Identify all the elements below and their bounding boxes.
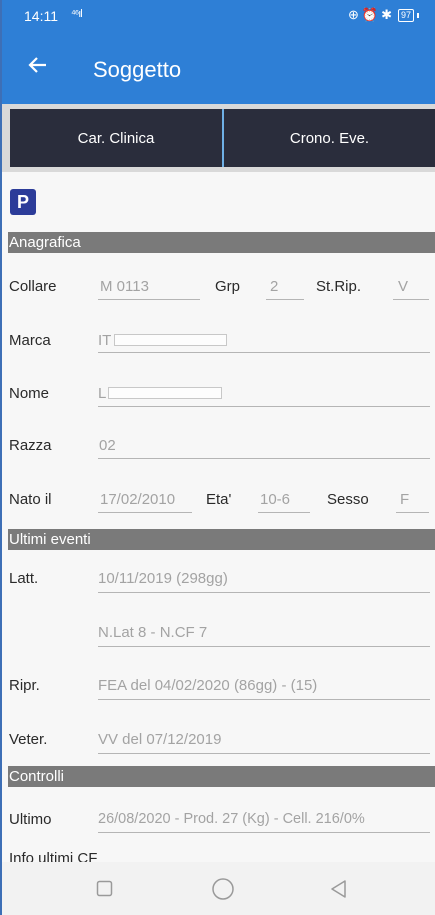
st-rip-field[interactable]: V <box>398 278 408 295</box>
recents-icon[interactable] <box>75 862 135 915</box>
latt-field[interactable]: 10/11/2019 (298gg) <box>98 570 228 587</box>
grp-field[interactable]: 2 <box>270 278 278 295</box>
status-bar: 14:11 ⁴⁶ıl ⊕ ⏰ ✱ 97 <box>0 0 435 32</box>
eta-label: Eta' <box>206 491 232 508</box>
nato-il-label: Nato il <box>9 491 52 508</box>
marca-field[interactable]: IT <box>98 332 111 349</box>
tab-car-clinica[interactable]: Car. Clinica <box>10 109 222 167</box>
razza-field[interactable]: 02 <box>99 437 116 454</box>
nome-label: Nome <box>9 385 50 402</box>
st-rip-label: St.Rip. <box>316 278 362 295</box>
tab-bar: Car. Clinica Crono. Eve. <box>0 104 435 172</box>
latt-detail-field[interactable]: N.Lat 8 - N.CF 7 <box>98 624 207 641</box>
alarm-icon: ⏰ <box>361 7 379 22</box>
info-ultimi-cf-label: Info ultimi CF <box>9 850 98 862</box>
eta-field[interactable]: 10-6 <box>260 491 290 508</box>
ultimo-field[interactable]: 26/08/2020 - Prod. 27 (Kg) - Cell. 216/0… <box>98 811 365 827</box>
section-header-controlli: Controlli <box>8 766 435 787</box>
signal-icon: ⁴⁶ıl <box>71 8 83 20</box>
veter-field[interactable]: VV del 07/12/2019 <box>98 731 221 748</box>
redacted-block <box>108 387 222 399</box>
latt-label: Latt. <box>9 570 39 587</box>
section-header-ultimi-eventi: Ultimi eventi <box>8 529 435 550</box>
window-frame <box>0 0 2 915</box>
nato-il-field[interactable]: 17/02/2010 <box>100 491 175 508</box>
veter-label: Veter. <box>9 731 48 748</box>
grp-label: Grp <box>215 278 241 295</box>
lock-rotation-icon: ⊕ <box>347 7 359 22</box>
app-bar: Soggetto <box>0 32 435 104</box>
back-triangle-icon[interactable] <box>309 862 369 915</box>
marca-label: Marca <box>9 332 51 349</box>
ripr-label: Ripr. <box>9 677 40 694</box>
system-icons: ⊕ ⏰ ✱ 97 <box>348 7 419 23</box>
razza-label: Razza <box>9 437 52 454</box>
page-title: Soggetto <box>93 57 182 82</box>
redacted-block <box>114 334 227 346</box>
sesso-field[interactable]: F <box>400 491 409 508</box>
battery-icon: 97 <box>397 8 414 22</box>
sesso-label: Sesso <box>327 491 369 508</box>
collare-label: Collare <box>9 278 57 295</box>
parking-badge[interactable]: P <box>10 189 36 215</box>
collare-field[interactable]: M 0113 <box>100 278 149 295</box>
home-icon[interactable] <box>193 862 253 915</box>
navigation-bar <box>0 862 435 915</box>
bluetooth-icon: ✱ <box>381 7 392 22</box>
ultimo-label: Ultimo <box>9 811 52 828</box>
section-header-anagrafica: Anagrafica <box>8 232 435 253</box>
tab-crono-eve[interactable]: Crono. Eve. <box>224 109 435 167</box>
arrow-left-icon[interactable] <box>28 48 48 84</box>
status-time: 14:11 <box>24 8 58 24</box>
nome-field[interactable]: L <box>98 385 106 402</box>
ripr-field[interactable]: FEA del 04/02/2020 (86gg) - (15) <box>98 677 317 694</box>
